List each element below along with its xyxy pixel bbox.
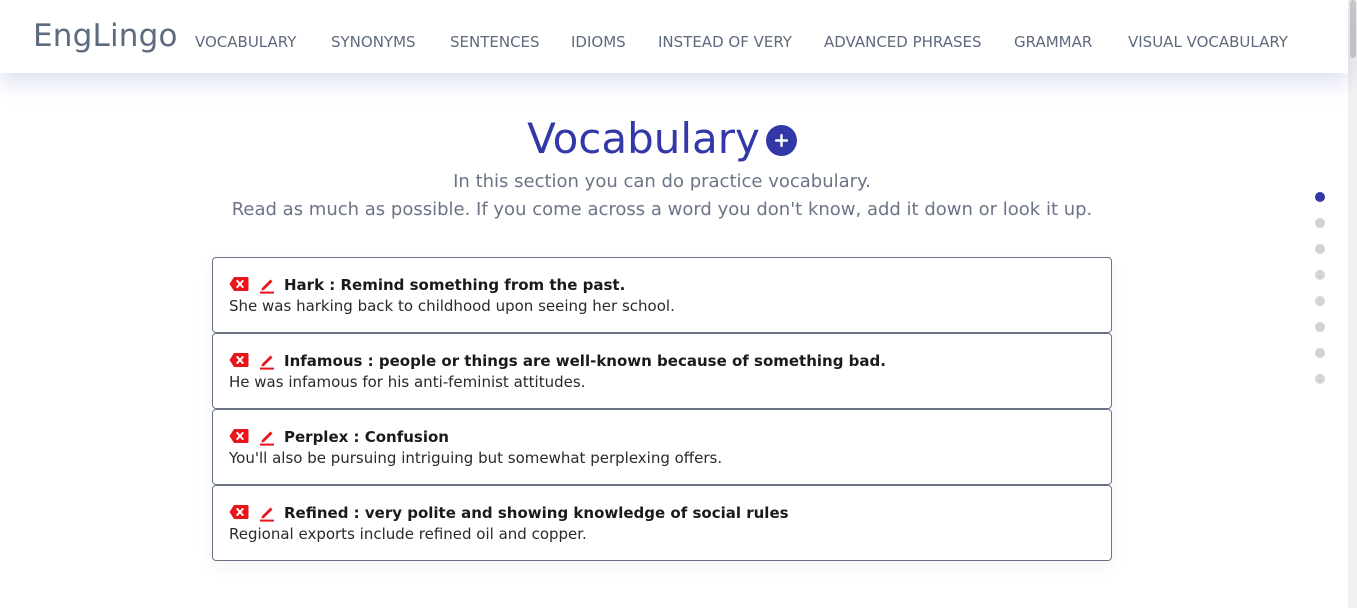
delete-icon[interactable] [229,352,249,372]
pagination-dot[interactable] [1315,296,1325,306]
section-subtitle-line2: Read as much as possible. If you come ac… [231,199,1093,220]
pagination-dot[interactable] [1315,322,1325,332]
pagination-dot[interactable] [1315,218,1325,228]
nav-instead-of-very[interactable]: INSTEAD OF VERY [658,32,792,52]
vocabulary-card: Hark : Remind something from the past. S… [212,257,1112,333]
example-sentence: She was harking back to childhood upon s… [229,297,675,315]
word-definition: Hark : Remind something from the past. [284,276,626,294]
pagination-dot[interactable] [1315,348,1325,358]
nav-advanced-phrases[interactable]: ADVANCED PHRASES [824,32,982,52]
word-definition: Infamous : people or things are well-kno… [284,352,886,370]
pencil-icon[interactable] [258,504,276,526]
page: EngLingo VOCABULARY SYNONYMS SENTENCES I… [0,0,1357,608]
vocabulary-card: Perplex : Confusion You'll also be pursu… [212,409,1112,485]
pagination-dot-active[interactable] [1315,192,1325,202]
nav-vocabulary[interactable]: VOCABULARY [195,32,296,52]
page-scrollbar[interactable] [1348,0,1357,608]
pencil-icon[interactable] [258,352,276,374]
vocabulary-card: Refined : very polite and showing knowle… [212,485,1112,561]
nav-idioms[interactable]: IDIOMS [571,32,626,52]
add-word-button[interactable] [765,124,797,156]
word-definition: Perplex : Confusion [284,428,449,446]
delete-icon[interactable] [229,276,249,296]
section-subtitle-line1: In this section you can do practice voca… [453,171,871,192]
brand-logo[interactable]: EngLingo [33,16,178,56]
nav-visual-vocabulary[interactable]: VISUAL VOCABULARY [1128,32,1288,52]
delete-icon[interactable] [229,504,249,524]
page-title: Vocabulary [527,114,760,163]
example-sentence: He was infamous for his anti-feminist at… [229,373,586,391]
section-header: Vocabulary [0,113,1324,165]
nav-synonyms[interactable]: SYNONYMS [331,32,416,52]
pagination-dot[interactable] [1315,374,1325,384]
pencil-icon[interactable] [258,276,276,298]
word-definition: Refined : very polite and showing knowle… [284,504,789,522]
pagination-dot[interactable] [1315,244,1325,254]
pencil-icon[interactable] [258,428,276,450]
vocabulary-list: Hark : Remind something from the past. S… [212,257,1112,561]
example-sentence: Regional exports include refined oil and… [229,525,587,543]
example-sentence: You'll also be pursuing intriguing but s… [229,449,723,467]
vocabulary-card: Infamous : people or things are well-kno… [212,333,1112,409]
section-pagination [1315,192,1327,400]
pagination-dot[interactable] [1315,270,1325,280]
nav-grammar[interactable]: GRAMMAR [1014,32,1092,52]
delete-icon[interactable] [229,428,249,448]
plus-circle-icon [774,133,788,147]
scrollbar-thumb[interactable] [1350,0,1356,58]
nav-sentences[interactable]: SENTENCES [450,32,540,52]
top-navbar: EngLingo VOCABULARY SYNONYMS SENTENCES I… [0,0,1348,73]
